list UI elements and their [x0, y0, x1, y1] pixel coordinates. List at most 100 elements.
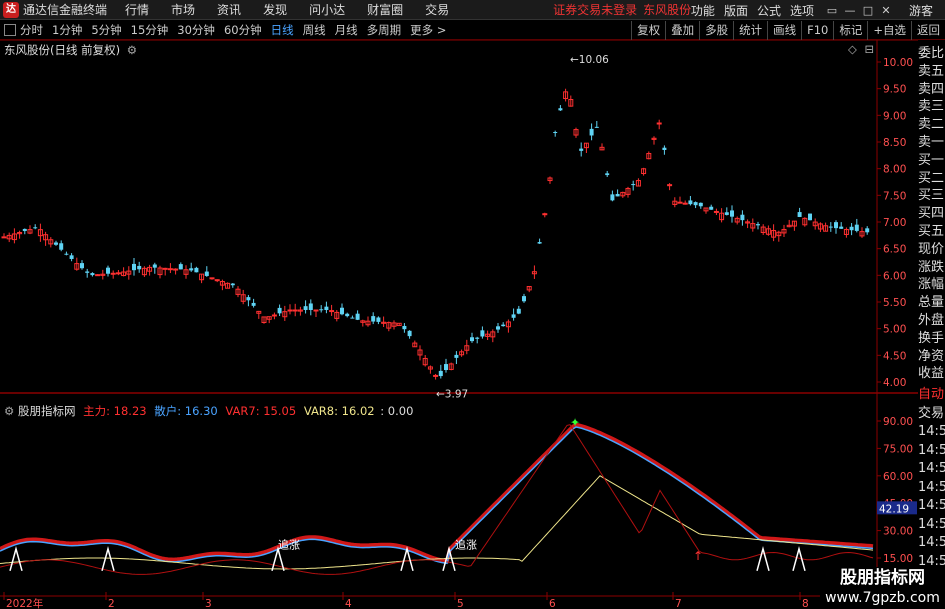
candle-body — [756, 224, 760, 226]
expand-icon[interactable]: ⊟ — [865, 42, 875, 56]
period-weekly[interactable]: 周线 — [303, 22, 326, 38]
diamond-icon[interactable]: ◇ — [848, 42, 857, 56]
candle-body — [371, 316, 376, 322]
candle-body — [854, 224, 859, 231]
menu-market-quotes[interactable]: 行情 — [125, 1, 149, 18]
tool-f10[interactable]: F10 — [801, 21, 833, 40]
window-mode-icon[interactable]: ▭ — [823, 4, 841, 17]
side-item: 净资 — [918, 348, 945, 364]
retail-line — [0, 426, 874, 565]
x-tick-label: 4 — [345, 598, 352, 609]
side-item: 委比 — [918, 46, 945, 61]
side-item: 收益 — [918, 366, 945, 382]
tool-mark[interactable]: 标记 — [833, 21, 867, 40]
menu-options[interactable]: 选项 — [790, 2, 814, 19]
period-1min[interactable]: 1分钟 — [52, 22, 82, 38]
tool-overlay[interactable]: 叠加 — [665, 21, 699, 40]
tool-multi-stock[interactable]: 多股 — [699, 21, 733, 40]
side-item: 买二 — [918, 170, 945, 186]
period-timeshare[interactable]: 分时 — [20, 22, 43, 38]
candle-body — [376, 317, 381, 322]
candle-body — [730, 210, 734, 217]
maximize-icon[interactable]: □ — [859, 4, 877, 17]
candle-body — [194, 267, 199, 273]
close-icon[interactable]: ✕ — [877, 4, 895, 17]
panel-controls: ◇ ⊟ — [848, 42, 874, 56]
period-multi[interactable]: 多周期 — [367, 22, 402, 38]
trade-mode-item[interactable]: 自动 — [918, 386, 945, 405]
candle-body — [64, 253, 69, 255]
period-monthly[interactable]: 月线 — [335, 22, 358, 38]
candle-body — [251, 302, 256, 306]
candle-body — [433, 374, 439, 377]
menu-wealth[interactable]: 财富圈 — [367, 1, 403, 18]
candle-body — [480, 330, 485, 337]
period-15min[interactable]: 15分钟 — [131, 22, 169, 38]
side-item: 卖五 — [918, 63, 945, 79]
chart-area[interactable]: 10.00 9.50 9.00 8.50 8.00 7.50 7.00 6.50 6.00 5.5… — [0, 40, 918, 609]
settings-icon[interactable]: ⚙ — [127, 43, 137, 57]
candle-body — [189, 268, 194, 271]
price-tick-label: 6.00 — [883, 270, 906, 282]
tool-add-watchlist[interactable]: +自选 — [867, 21, 911, 40]
menu-discover[interactable]: 发现 — [263, 1, 287, 18]
candle-body — [849, 226, 854, 231]
x-tick-label: 7 — [675, 598, 682, 609]
main-panel-title: 东风股份(日线 前复权) — [4, 43, 121, 57]
candle-body — [33, 227, 38, 229]
candle-body — [438, 370, 443, 377]
menu-trade[interactable]: 交易 — [425, 1, 449, 18]
candle-body — [713, 210, 719, 213]
candle-body — [496, 326, 500, 330]
right-menu: 功能 版面 公式 选项 ▭ — □ ✕ 游客 — [691, 0, 945, 20]
tool-adjust[interactable]: 复权 — [631, 21, 665, 40]
period-daily[interactable]: 日线 — [271, 22, 294, 38]
candle-body — [834, 222, 838, 229]
candle-body — [470, 337, 474, 342]
guest-label[interactable]: 游客 — [909, 2, 933, 19]
candle-body — [292, 309, 298, 312]
period-more[interactable]: 更多 > — [410, 22, 446, 38]
candle-body — [797, 212, 802, 217]
indicator-settings-icon[interactable]: ⚙ — [4, 404, 14, 418]
minimize-icon[interactable]: — — [841, 4, 859, 17]
candle-body — [173, 268, 179, 271]
trade-time-item: 14:56 — [918, 535, 945, 550]
candle-body — [709, 206, 714, 210]
price-tick-label: 4.50 — [883, 350, 906, 362]
trade-mode-item[interactable]: 交易 — [918, 405, 945, 424]
candle-body — [115, 272, 121, 275]
grid-icon[interactable] — [4, 24, 16, 36]
side-item: 卖四 — [918, 81, 945, 97]
login-notice[interactable]: 证券交易未登录 — [553, 1, 637, 18]
period-60min[interactable]: 60分钟 — [224, 22, 262, 38]
candle-body — [693, 202, 698, 206]
menu-function[interactable]: 功能 — [691, 2, 715, 19]
extra-value: : 0.00 — [380, 404, 414, 418]
candle-body — [350, 317, 355, 319]
period-5min[interactable]: 5分钟 — [91, 22, 121, 38]
trade-time-item: 14:56 — [918, 424, 945, 439]
main-panel-label: 东风股份(日线 前复权) ⚙ — [4, 42, 137, 58]
side-item: 买一 — [918, 152, 945, 168]
candle-body — [230, 283, 235, 286]
tool-stats[interactable]: 统计 — [733, 21, 767, 40]
var7-line — [0, 424, 874, 575]
tool-back[interactable]: 返回 — [911, 21, 945, 40]
menu-market[interactable]: 市场 — [171, 1, 195, 18]
candle-body — [501, 324, 506, 327]
price-tick-label: 7.50 — [883, 190, 906, 202]
title-bar: 达 通达信金融终端 行情 市场 资讯 发现 问小达 财富圈 交易 证券交易未登录… — [0, 0, 945, 20]
app-title: 通达信金融终端 — [23, 3, 108, 17]
menu-layout[interactable]: 版面 — [724, 2, 748, 19]
menu-formula[interactable]: 公式 — [757, 2, 781, 19]
tool-draw[interactable]: 画线 — [767, 21, 801, 40]
period-30min[interactable]: 30分钟 — [177, 22, 215, 38]
price-tick-label: 8.00 — [883, 164, 906, 176]
candle-body — [85, 271, 90, 273]
indicator-name: 股朋指标网 — [17, 404, 76, 418]
menu-news[interactable]: 资讯 — [217, 1, 241, 18]
candle-body — [615, 193, 620, 197]
menu-ask[interactable]: 问小达 — [309, 1, 345, 18]
app-logo-icon: 达 — [3, 1, 19, 18]
